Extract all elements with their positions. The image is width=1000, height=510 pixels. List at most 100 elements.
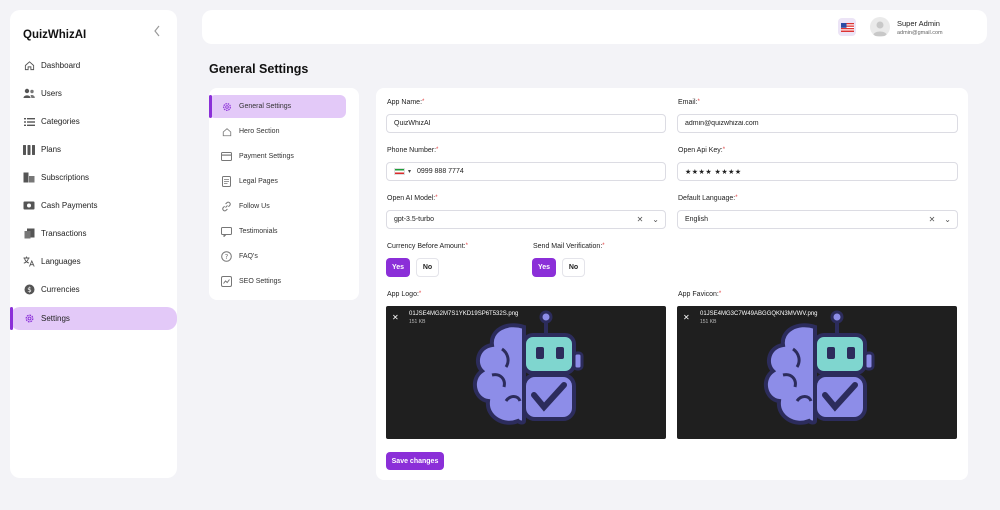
subnav-item-label: Hero Section [239, 128, 280, 135]
chevron-left-icon[interactable] [152, 24, 166, 44]
favicon-file-size: 151 KB [700, 319, 717, 325]
currency-yes-button[interactable]: Yes [386, 258, 410, 277]
gear-icon [221, 101, 232, 112]
sidebar-item-transactions[interactable]: Transactions [10, 222, 177, 245]
sidebar-item-label: Plans [41, 145, 62, 154]
columns-icon [23, 144, 35, 156]
subnav-item-label: General Settings [239, 103, 292, 110]
chevron-down-icon[interactable]: ⌄ [944, 215, 951, 224]
page-title: General Settings [209, 62, 309, 76]
app-logo-uploader[interactable]: ✕ 01JSE4MG2M7S1YKD19SP6T532S.png 151 KB [386, 306, 666, 439]
app-name-label: App Name:* [387, 99, 425, 106]
mail-yes-button[interactable]: Yes [532, 258, 556, 277]
sidebar-item-cash-payments[interactable]: Cash Payments [10, 194, 177, 217]
us-flag-icon [840, 22, 854, 32]
mail-verification-label: Send Mail Verification:* [533, 243, 605, 250]
close-icon[interactable]: ✕ [392, 313, 399, 322]
brain-robot-favicon-icon [763, 310, 875, 425]
subnav-item-legal-pages[interactable]: Legal Pages [209, 170, 346, 193]
sidebar-item-currencies[interactable]: $ Currencies [10, 278, 177, 301]
ai-model-select[interactable]: gpt-3.5-turbo ✕ ⌄ [386, 210, 666, 229]
subnav-item-label: FAQ's [239, 253, 258, 260]
clear-icon[interactable]: ✕ [637, 215, 644, 224]
iran-flag-icon [394, 168, 405, 175]
cash-icon [23, 200, 35, 212]
subnav-item-faqs[interactable]: ? FAQ's [209, 245, 346, 268]
sidebar-item-label: Settings [41, 314, 70, 323]
home-icon [221, 126, 232, 137]
phone-field[interactable]: ▾ [386, 162, 666, 181]
sidebar-item-label: Cash Payments [41, 201, 98, 210]
email-field[interactable] [677, 114, 958, 133]
subnav-item-label: Payment Settings [239, 153, 294, 160]
subnav-item-follow-us[interactable]: Follow Us [209, 195, 346, 218]
ai-model-label: Open AI Model:* [387, 195, 438, 202]
sidebar: QuizWhizAI Dashboard Users Categories Pl… [10, 10, 177, 478]
top-header: Super Admin admin@gmail.com [202, 10, 987, 44]
mail-no-button[interactable]: No [562, 258, 585, 277]
app-favicon-label: App Favicon:* [678, 291, 722, 298]
sidebar-item-dashboard[interactable]: Dashboard [10, 54, 177, 77]
currency-no-button[interactable]: No [416, 258, 439, 277]
currency-before-label: Currency Before Amount:* [387, 243, 468, 250]
subnav-item-payment-settings[interactable]: Payment Settings [209, 145, 346, 168]
subnav-item-label: Legal Pages [239, 178, 278, 185]
user-email: admin@gmail.com [897, 30, 943, 36]
country-code-dropdown[interactable]: ▾ [394, 168, 411, 175]
brain-robot-logo-icon [472, 310, 584, 425]
sidebar-item-label: Dashboard [41, 61, 81, 70]
transactions-icon [23, 228, 35, 240]
question-icon: ? [221, 251, 232, 262]
sidebar-item-label: Categories [41, 117, 80, 126]
subnav-item-label: Testimonials [239, 228, 278, 235]
subnav-item-label: SEO Settings [239, 278, 282, 285]
link-icon [221, 201, 232, 212]
sidebar-item-label: Transactions [41, 229, 87, 238]
user-name[interactable]: Super Admin [897, 19, 940, 28]
message-icon [221, 226, 232, 237]
sidebar-item-users[interactable]: Users [10, 82, 177, 105]
sidebar-item-label: Subscriptions [41, 173, 90, 182]
settings-subnav: General Settings Hero Section Payment Se… [209, 88, 359, 300]
subnav-item-label: Follow Us [239, 203, 270, 210]
app-name-input[interactable] [386, 114, 666, 133]
language-select[interactable]: English ✕ ⌄ [677, 210, 958, 229]
api-key-value: ★★★★ ★★★★ [685, 168, 742, 176]
avatar[interactable] [870, 17, 890, 37]
save-changes-button[interactable]: Save changes [386, 452, 444, 470]
language-label: Default Language:* [678, 195, 738, 202]
chevron-down-icon[interactable]: ⌄ [652, 215, 659, 224]
currency-icon: $ [23, 284, 35, 296]
sidebar-item-settings[interactable]: Settings [10, 307, 177, 330]
language-flag-button[interactable] [838, 18, 856, 36]
card-icon [221, 151, 232, 162]
close-icon[interactable]: ✕ [683, 313, 690, 322]
api-key-label: Open Api Key:* [678, 147, 726, 154]
users-icon [23, 88, 35, 100]
subscriptions-icon [23, 172, 35, 184]
subnav-item-seo-settings[interactable]: SEO Settings [209, 270, 346, 293]
app-logo-label: App Logo:* [387, 291, 422, 298]
ai-model-value: gpt-3.5-turbo [394, 216, 435, 223]
language-value: English [685, 216, 708, 223]
sidebar-item-categories[interactable]: Categories [10, 110, 177, 133]
gear-icon [23, 313, 35, 325]
clear-icon[interactable]: ✕ [929, 215, 936, 224]
email-label: Email:* [678, 99, 700, 106]
translate-icon [23, 256, 35, 268]
api-key-field[interactable]: ★★★★ ★★★★ [677, 162, 958, 181]
sidebar-item-plans[interactable]: Plans [10, 138, 177, 161]
app-favicon-uploader[interactable]: ✕ 01JSE4MG3C7W49ABGGQKN3MVWV.png 151 KB [677, 306, 957, 439]
subnav-item-hero-section[interactable]: Hero Section [209, 120, 346, 143]
sidebar-item-languages[interactable]: Languages [10, 250, 177, 273]
sidebar-item-label: Languages [41, 257, 81, 266]
home-icon [23, 60, 35, 72]
sidebar-item-subscriptions[interactable]: Subscriptions [10, 166, 177, 189]
subnav-item-testimonials[interactable]: Testimonials [209, 220, 346, 243]
document-icon [221, 176, 232, 187]
subnav-item-general-settings[interactable]: General Settings [209, 95, 346, 118]
sidebar-item-label: Users [41, 89, 62, 98]
phone-label: Phone Number:* [387, 147, 439, 154]
svg-text:?: ? [225, 253, 229, 261]
brand-logo[interactable]: QuizWhizAI [23, 29, 86, 41]
